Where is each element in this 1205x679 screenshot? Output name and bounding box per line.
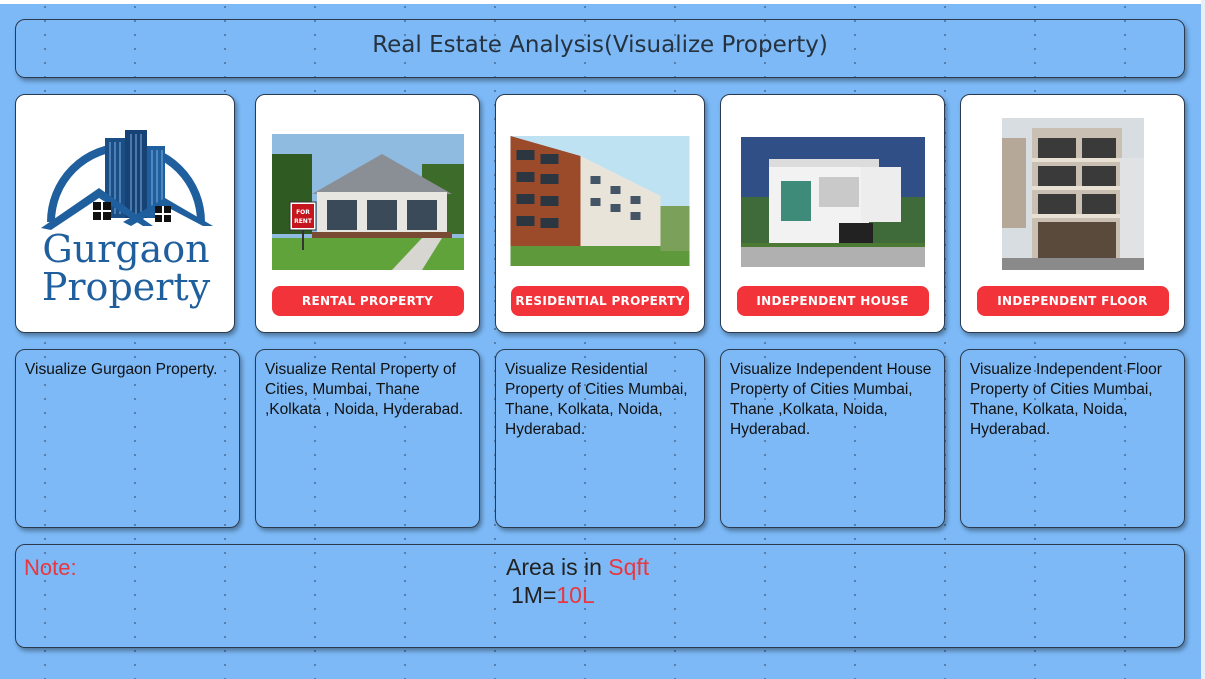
conversion-value: 10L (556, 582, 595, 608)
rental-description-box: Visualize Rental Property of Cities, Mum… (255, 349, 480, 528)
independent-house-description: Visualize Independent House Property of … (730, 361, 932, 438)
residential-description: Visualize Residential Property of Cities… (505, 361, 688, 438)
residential-description-box: Visualize Residential Property of Cities… (495, 349, 705, 528)
conversion-prefix: 1M= (511, 582, 557, 608)
independent-house-tag: INDEPENDENT HOUSE (736, 286, 929, 316)
independent-floor-description: Visualize Independent Floor Property of … (970, 361, 1162, 438)
gurgaon-description: Visualize Gurgaon Property. (25, 361, 218, 378)
svg-text:RENT: RENT (294, 218, 313, 225)
area-prefix: Area is in (506, 554, 609, 580)
gurgaon-property-card[interactable]: Gurgaon Property (15, 94, 235, 333)
independent-floor-tag: INDEPENDENT FLOOR (976, 286, 1169, 316)
gurgaon-description-box: Visualize Gurgaon Property. (15, 349, 240, 528)
independent-floor-card[interactable]: INDEPENDENT FLOOR (960, 94, 1185, 333)
gurgaon-logo: Gurgaon Property (23, 102, 227, 325)
area-unit: Sqft (608, 554, 650, 580)
independent-floor-photo (1001, 118, 1144, 270)
window-top-edge (0, 0, 1205, 4)
window-right-edge (1201, 0, 1205, 679)
independent-house-photo (740, 137, 925, 267)
title-bar: Real Estate Analysis(Visualize Property) (15, 19, 1185, 78)
independent-floor-description-box: Visualize Independent Floor Property of … (960, 349, 1185, 528)
svg-text:FOR: FOR (296, 209, 310, 216)
conversion-note: 1M=10L (511, 582, 595, 609)
page-title: Real Estate Analysis(Visualize Property) (372, 32, 828, 58)
rental-property-tag: RENTAL PROPERTY (271, 286, 464, 316)
rental-property-card[interactable]: FOR RENT RENTAL PROPERTY (255, 94, 480, 333)
rental-description: Visualize Rental Property of Cities, Mum… (265, 361, 464, 418)
building-house-logo-icon: Gurgaon Property (41, 130, 213, 309)
rental-house-photo: FOR RENT (271, 134, 464, 270)
residential-building-photo (510, 136, 690, 266)
independent-house-description-box: Visualize Independent House Property of … (720, 349, 945, 528)
card-inner: INDEPENDENT HOUSE (728, 102, 937, 325)
card-inner: RESIDENTIAL PROPERTY (503, 102, 697, 325)
card-inner: INDEPENDENT FLOOR (968, 102, 1177, 325)
note-label: Note: (24, 555, 77, 580)
area-unit-note: Area is in Sqft (506, 554, 649, 581)
residential-property-card[interactable]: RESIDENTIAL PROPERTY (495, 94, 705, 333)
residential-property-tag: RESIDENTIAL PROPERTY (511, 286, 689, 316)
logo-text-property: Property (42, 265, 211, 309)
independent-house-card[interactable]: INDEPENDENT HOUSE (720, 94, 945, 333)
card-inner: FOR RENT RENTAL PROPERTY (263, 102, 472, 325)
note-bar: Note: Area is in Sqft 1M=10L (15, 544, 1185, 648)
